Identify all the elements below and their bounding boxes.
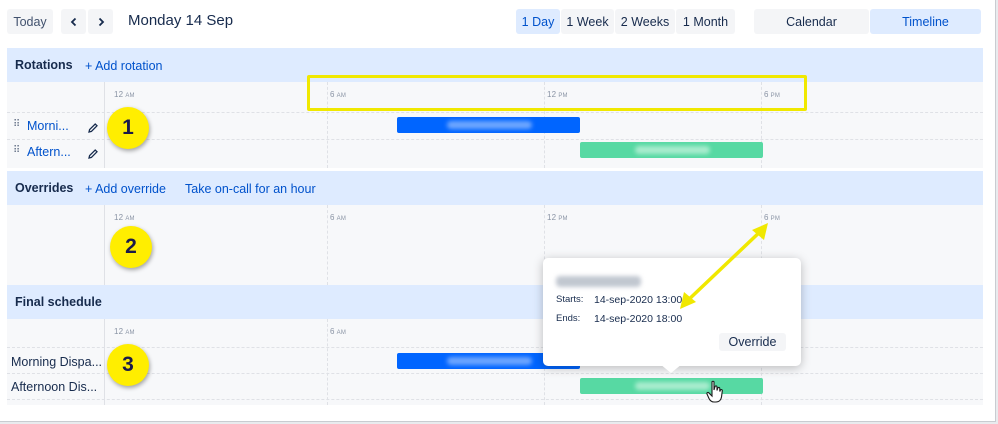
tick-label: 12 PM — [547, 213, 568, 222]
grid-row-line — [7, 139, 983, 140]
today-button[interactable]: Today — [7, 9, 53, 34]
starts-label: Starts: — [556, 294, 584, 305]
range-1-week-button[interactable]: 1 Week — [561, 9, 614, 34]
ends-label: Ends: — [556, 313, 581, 324]
schedule-window: Today Monday 14 Sep 1 Day 1 Week 2 Weeks… — [0, 0, 996, 422]
range-2-weeks-button[interactable]: 2 Weeks — [615, 9, 675, 34]
annotation-badge-3: 3 — [107, 344, 149, 386]
calendar-view-button[interactable]: Calendar — [754, 9, 869, 34]
final-afternoon-label: Afternoon Dis... — [11, 380, 98, 394]
date-title: Monday 14 Sep — [128, 12, 234, 29]
overrides-grid — [7, 205, 983, 285]
rotation-afternoon-label[interactable]: Aftern... — [27, 145, 71, 159]
range-1-day-button[interactable]: 1 Day — [516, 9, 560, 34]
overrides-title: Overrides — [15, 181, 74, 195]
timeline-view-button[interactable]: Timeline — [870, 9, 981, 34]
rotations-title: Rotations — [15, 58, 73, 72]
grid-row-line — [7, 373, 983, 374]
final-schedule-header — [7, 285, 983, 319]
grid-divider — [104, 205, 105, 285]
tick-label: 6 AM — [330, 327, 347, 336]
grid-divider — [104, 319, 105, 405]
chevron-left-icon — [70, 17, 76, 26]
override-button[interactable]: Override — [719, 333, 786, 351]
next-button[interactable] — [88, 9, 113, 34]
tick-label: 6 AM — [330, 213, 347, 222]
final-afternoon-bar[interactable] — [580, 378, 763, 394]
rotation-morning-bar[interactable] — [397, 117, 580, 133]
hand-cursor-icon — [706, 380, 723, 403]
final-morning-label: Morning Dispa... — [11, 355, 103, 369]
edit-pencil-icon[interactable] — [87, 147, 99, 165]
blurred-name — [635, 382, 710, 390]
take-oncall-link[interactable]: Take on-call for an hour — [185, 182, 316, 196]
grid-divider — [104, 82, 105, 168]
prev-button[interactable] — [61, 9, 86, 34]
range-1-month-button[interactable]: 1 Month — [676, 9, 735, 34]
final-schedule-title: Final schedule — [15, 295, 102, 309]
grid-line — [327, 319, 328, 405]
drag-handle-icon[interactable]: ⠿ — [13, 119, 20, 130]
annotation-badge-1: 1 — [107, 107, 149, 149]
add-override-link[interactable]: + Add override — [85, 182, 166, 196]
drag-handle-icon[interactable]: ⠿ — [13, 145, 20, 156]
blurred-name — [447, 121, 532, 129]
blurred-name — [447, 357, 532, 365]
blurred-name — [635, 146, 710, 154]
tick-label: 12 AM — [114, 213, 135, 222]
grid-row-line — [7, 112, 983, 113]
blurred-person-name — [556, 276, 641, 287]
grid-row-line — [7, 399, 983, 400]
add-rotation-link[interactable]: + Add rotation — [85, 59, 163, 73]
chevron-right-icon — [98, 17, 104, 26]
popup-pointer — [660, 364, 682, 373]
grid-line — [327, 205, 328, 285]
rotation-morning-label[interactable]: Morni... — [27, 119, 69, 133]
annotation-arrow-icon — [680, 223, 768, 309]
rotation-afternoon-bar[interactable] — [580, 142, 763, 158]
tick-label: 12 AM — [114, 327, 135, 336]
edit-pencil-icon[interactable] — [87, 121, 99, 139]
tick-highlight-box — [307, 75, 807, 111]
grid-row-line — [7, 347, 983, 348]
annotation-badge-2: 2 — [110, 226, 152, 268]
tick-label: 12 AM — [114, 90, 135, 99]
